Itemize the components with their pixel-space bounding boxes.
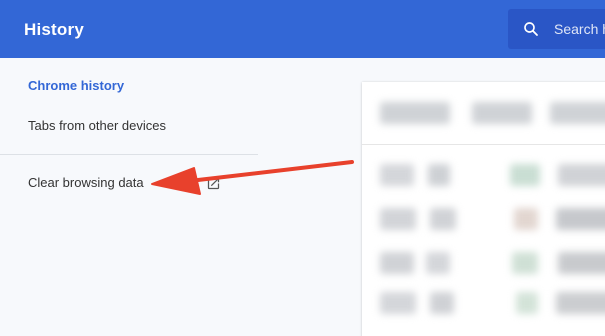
sidebar-item-tabs-from-other-devices[interactable]: Tabs from other devices <box>28 118 166 133</box>
blurred-history-row[interactable] <box>380 250 605 276</box>
sidebar-divider <box>0 154 258 155</box>
blurred-history-row[interactable] <box>380 162 605 188</box>
search-field[interactable]: Search h <box>508 9 605 49</box>
sidebar-item-clear-browsing-data[interactable]: Clear browsing data <box>28 175 144 190</box>
page-title: History <box>24 20 84 39</box>
blurred-history-row[interactable] <box>380 290 605 316</box>
search-input[interactable]: Search h <box>554 21 605 37</box>
search-icon[interactable] <box>522 20 540 38</box>
blurred-history-row[interactable] <box>380 206 605 232</box>
sidebar: Chrome history Tabs from other devices C… <box>0 58 258 336</box>
history-card <box>362 82 605 336</box>
sidebar-item-chrome-history[interactable]: Chrome history <box>28 78 124 93</box>
card-separator <box>362 144 605 145</box>
external-link-icon[interactable] <box>206 176 221 191</box>
blurred-card-header <box>380 98 605 130</box>
app-header: History Search h <box>0 0 605 58</box>
